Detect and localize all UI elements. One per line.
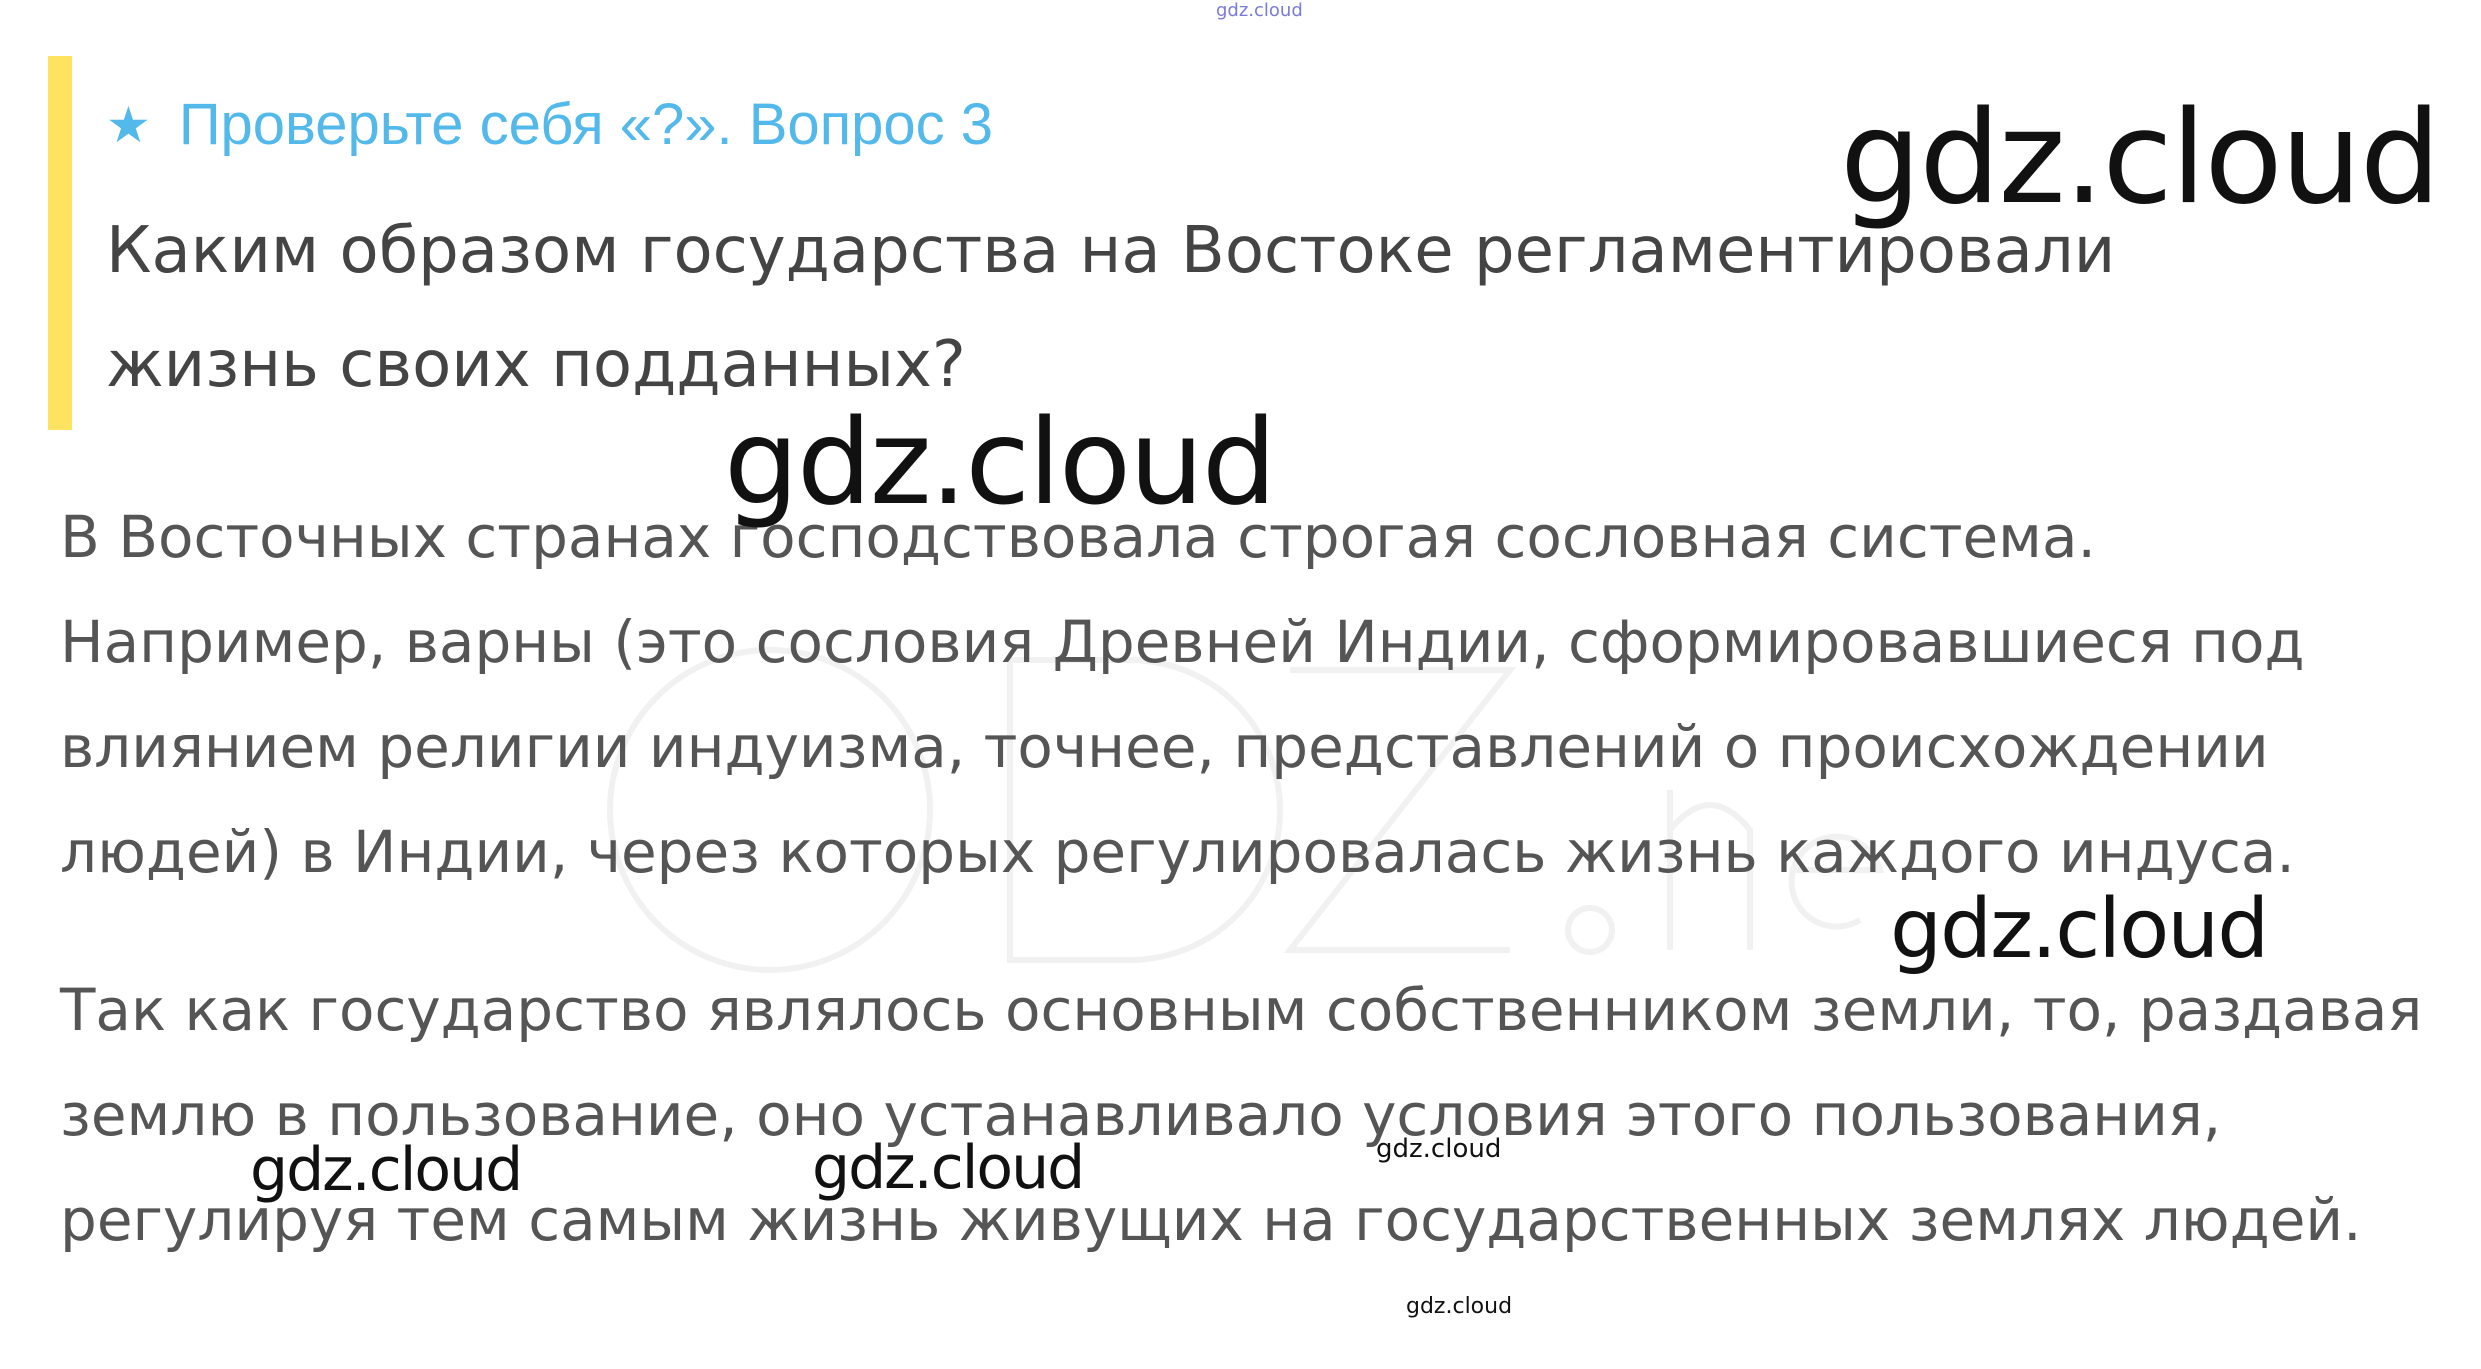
star-icon: ★ [106, 97, 151, 153]
answer-paragraph-text: В Восточных странах господствовала строг… [60, 503, 2305, 886]
page: { "question": { "header": "Проверьте себ… [0, 0, 2481, 1369]
answer-paragraph-2: Так как государство являлось основным со… [60, 958, 2440, 1273]
watermark-small-1: gdz.cloud [1376, 1134, 1502, 1164]
watermark-left-2: gdz.cloud [812, 1133, 1085, 1203]
watermark-middle: gdz.cloud [724, 393, 1277, 531]
question-header: ★ Проверьте себя «?». Вопрос 3 [106, 90, 993, 160]
watermark-small-2: gdz.cloud [1406, 1294, 1513, 1319]
watermark-large: gdz.cloud [1840, 84, 2441, 233]
answer-paragraph-1: В Восточных странах господствовала строг… [60, 485, 2440, 905]
question-header-text: Проверьте себя «?». Вопрос 3 [178, 92, 993, 157]
answer-paragraph-text: Так как государство являлось основным со… [60, 976, 2423, 1254]
accent-bar [48, 56, 72, 430]
watermark-left-1: gdz.cloud [250, 1135, 523, 1205]
watermark-right: gdz.cloud [1890, 882, 2269, 977]
watermark-top: gdz.cloud [1216, 0, 1303, 21]
